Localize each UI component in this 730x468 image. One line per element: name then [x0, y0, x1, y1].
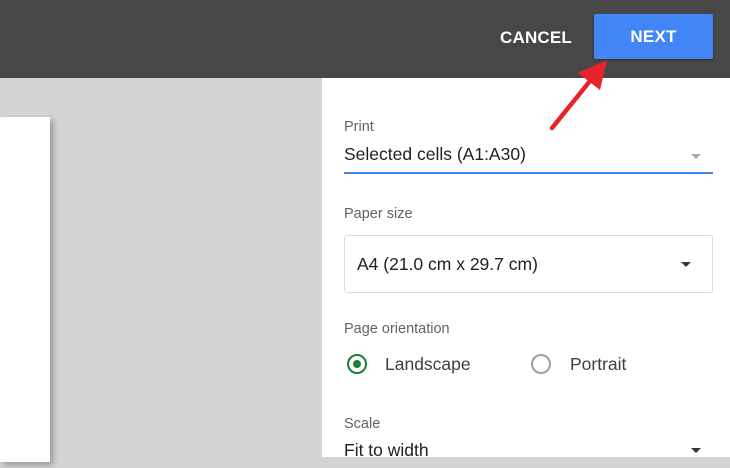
- print-label: Print: [344, 119, 374, 135]
- print-range-select[interactable]: Selected cells (A1:A30): [344, 140, 713, 174]
- portrait-label: Portrait: [570, 354, 627, 374]
- paper-size-select[interactable]: A4 (21.0 cm x 29.7 cm): [344, 235, 713, 293]
- page-orientation-label: Page orientation: [344, 321, 450, 337]
- portrait-radio[interactable]: Portrait: [531, 354, 671, 378]
- radio-selected-icon: [347, 354, 367, 374]
- radio-unselected-icon: [531, 354, 551, 374]
- print-settings-panel: Print Selected cells (A1:A30) Paper size…: [322, 78, 730, 460]
- print-preview-area: [0, 78, 322, 462]
- annotation-arrow-icon: [549, 60, 607, 131]
- chevron-down-icon: [691, 448, 701, 453]
- chevron-down-icon: [681, 262, 691, 267]
- scale-select[interactable]: Fit to width: [344, 438, 713, 468]
- top-bar: CANCEL NEXT: [0, 0, 730, 78]
- cancel-button[interactable]: CANCEL: [490, 20, 582, 56]
- paper-size-label: Paper size: [344, 206, 413, 222]
- landscape-radio[interactable]: Landscape: [347, 354, 507, 378]
- chevron-down-icon: [691, 154, 701, 159]
- scale-value: Fit to width: [344, 440, 429, 460]
- paper-size-value: A4 (21.0 cm x 29.7 cm): [357, 254, 538, 274]
- scale-label: Scale: [344, 416, 381, 432]
- print-range-value: Selected cells (A1:A30): [344, 144, 526, 164]
- preview-page: [0, 117, 50, 462]
- landscape-label: Landscape: [385, 354, 471, 374]
